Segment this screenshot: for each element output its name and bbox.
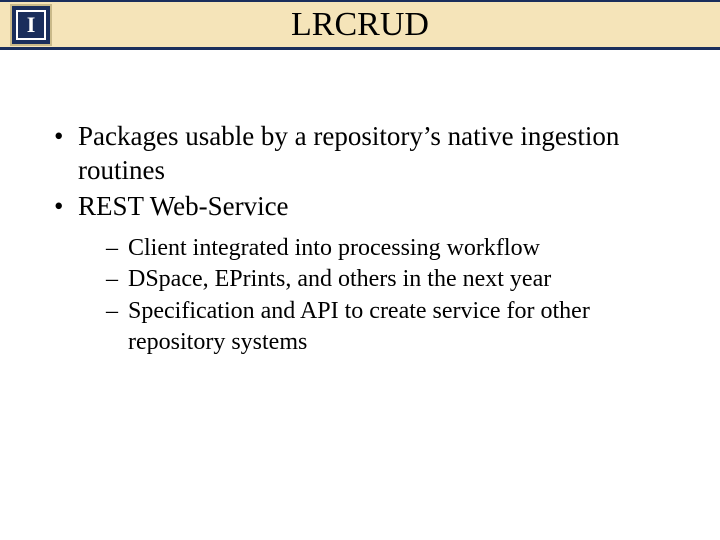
sub-bullet-text: Client integrated into processing workfl… [128,235,540,261]
sub-bullet-item: Client integrated into processing workfl… [106,233,670,264]
university-logo: I [10,4,52,46]
bullet-item: Packages usable by a repository’s native… [50,120,670,188]
logo-frame: I [16,10,46,40]
sub-bullet-list: Client integrated into processing workfl… [78,233,670,358]
sub-bullet-text: Specification and API to create service … [128,298,590,355]
bullet-item: REST Web-Service Client integrated into … [50,190,670,359]
slide-title: LRCRUD [291,6,429,44]
logo-letter-i: I [27,14,36,36]
bullet-text: REST Web-Service [78,191,289,221]
bullet-text: Packages usable by a repository’s native… [78,121,619,185]
sub-bullet-item: DSpace, EPrints, and others in the next … [106,264,670,295]
main-bullet-list: Packages usable by a repository’s native… [50,120,670,358]
sub-bullet-item: Specification and API to create service … [106,296,670,358]
slide-content: Packages usable by a repository’s native… [0,50,720,358]
header-band: I LRCRUD [0,0,720,50]
sub-bullet-text: DSpace, EPrints, and others in the next … [128,266,551,292]
